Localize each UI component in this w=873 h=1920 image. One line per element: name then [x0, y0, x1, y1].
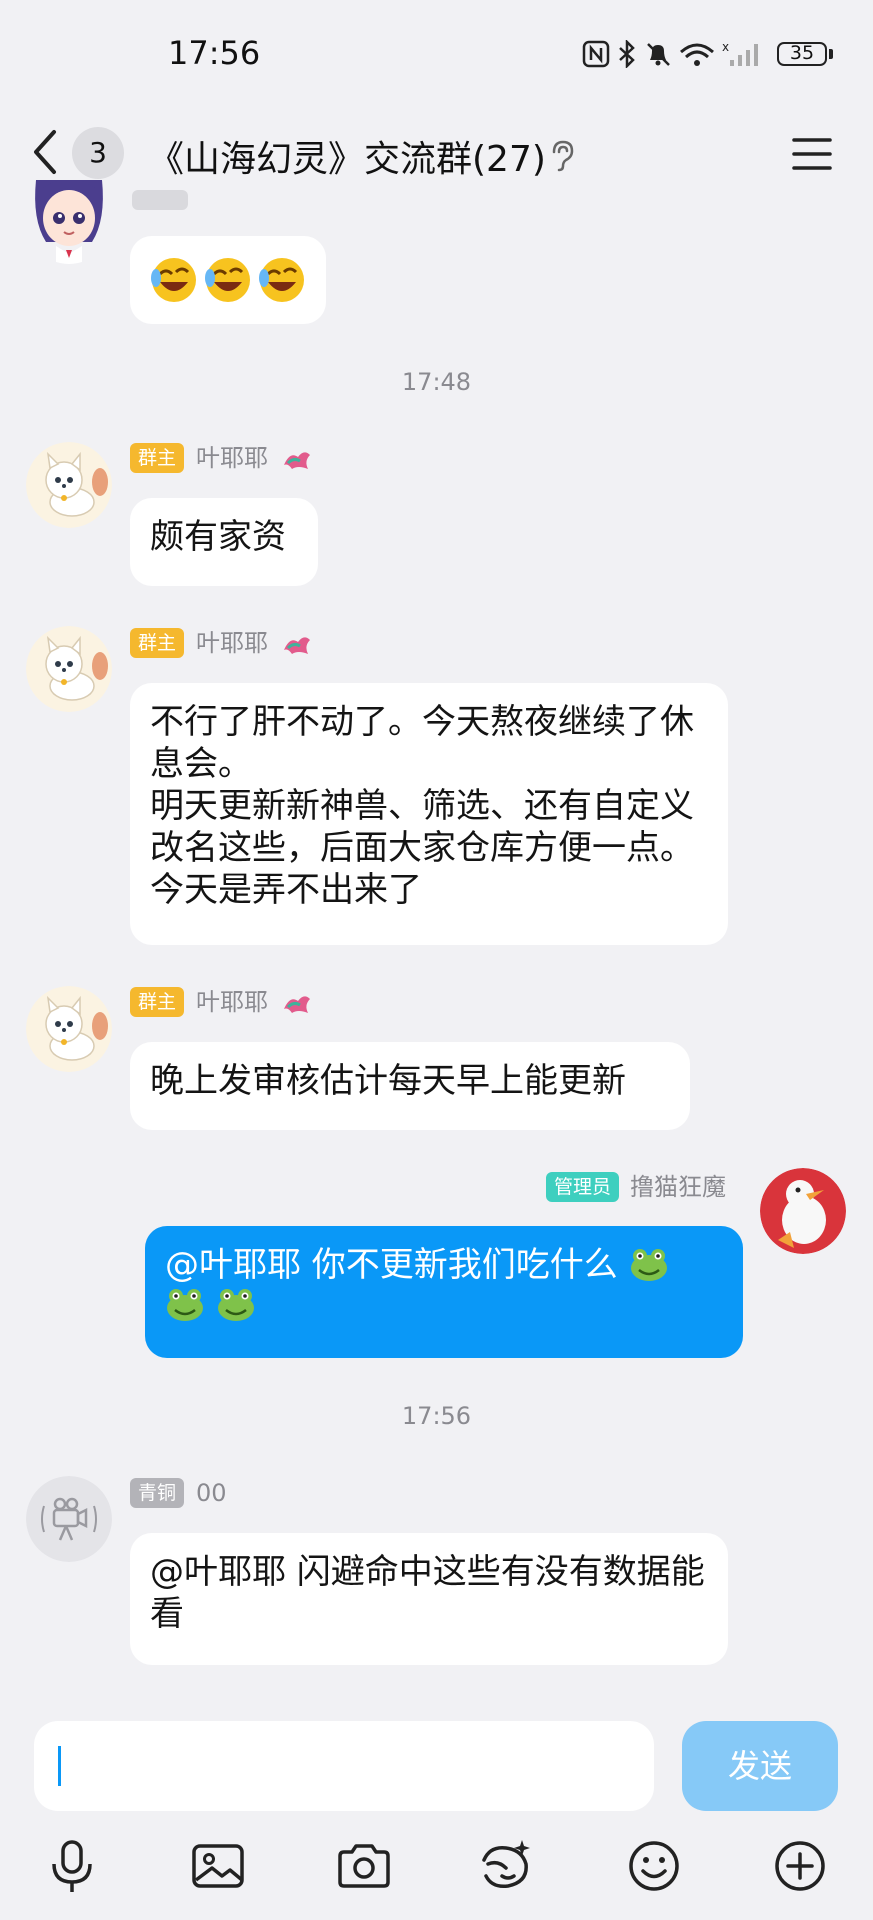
message-bubble[interactable] [130, 236, 326, 324]
send-button[interactable]: 发送 [682, 1721, 838, 1811]
wifi-icon [680, 43, 714, 66]
unread-count-badge[interactable]: 3 [72, 127, 124, 179]
microphone-icon[interactable] [44, 1838, 100, 1894]
sender-name[interactable]: 撸猫狂魔 [630, 1172, 726, 1202]
sender-name[interactable]: 叶耶耶 [196, 443, 268, 473]
frog-emoji-icon [217, 1289, 254, 1321]
bluetooth-icon [619, 40, 635, 68]
dragon-title-icon [284, 452, 310, 469]
avatar-white-dog[interactable] [26, 626, 112, 712]
time-separator: 17:56 [401, 1402, 472, 1430]
message-bubble[interactable]: @叶耶耶 闪避命中这些有没有数据能看 [130, 1533, 728, 1665]
role-badge-admin: 管理员 [546, 1172, 620, 1202]
avatar-camera-placeholder[interactable] [26, 1476, 112, 1562]
magic-face-icon[interactable] [478, 1838, 534, 1894]
dragon-title-icon [284, 996, 310, 1013]
role-badge-owner: 群主 [130, 628, 185, 658]
frog-emoji-icon [630, 1249, 667, 1281]
time-separator: 17:48 [401, 368, 472, 396]
sender-name[interactable]: 叶耶耶 [196, 987, 268, 1017]
role-badge-owner: 群主 [130, 987, 185, 1017]
message-bubble[interactable]: 颇有家资 [130, 498, 318, 586]
avatar-white-dog[interactable] [26, 986, 112, 1072]
dragon-title-icon [284, 637, 310, 654]
chat-title[interactable]: 《山海幻灵》交流群(27) [148, 130, 546, 182]
avatar-anime-girl[interactable] [26, 180, 112, 264]
frog-emoji-icon [167, 1289, 203, 1321]
avatar-duck[interactable] [760, 1168, 846, 1254]
role-badge-owner: 群主 [130, 443, 185, 473]
text-caret [58, 1746, 61, 1786]
nfc-icon [582, 40, 610, 68]
sender-name[interactable]: 00 [196, 1478, 227, 1508]
chevron-left-icon[interactable] [28, 126, 64, 178]
message-bubble-self[interactable]: @叶耶耶 你不更新我们吃什么 [145, 1226, 743, 1358]
battery-tip [829, 49, 833, 59]
avatar-white-dog[interactable] [26, 442, 112, 528]
message-text: @叶耶耶 你不更新我们吃什么 [165, 1245, 618, 1285]
battery-indicator: 35 [777, 42, 827, 66]
frog-emoji-row [165, 1286, 723, 1328]
menu-icon[interactable] [790, 134, 834, 174]
image-icon[interactable] [190, 1838, 246, 1894]
message-input[interactable] [34, 1721, 654, 1811]
status-time: 17:56 [168, 34, 261, 72]
svg-text:x: x [722, 40, 729, 54]
plus-icon[interactable] [772, 1838, 828, 1894]
mute-icon [647, 43, 670, 66]
role-badge-bronze: 青铜 [130, 1478, 185, 1508]
signal-icon: x [722, 40, 758, 66]
emoji-icon[interactable] [626, 1838, 682, 1894]
sender-name[interactable]: 叶耶耶 [196, 628, 268, 658]
role-badge-clipped [132, 190, 188, 210]
message-bubble[interactable]: 晚上发审核估计每天早上能更新 [130, 1042, 690, 1130]
camera-icon[interactable] [336, 1838, 392, 1894]
ear-icon[interactable] [548, 138, 576, 172]
laughing-emoji-icons [151, 258, 304, 302]
message-bubble[interactable]: 不行了肝不动了。今天熬夜继续了休息会。 明天更新新神兽、筛选、还有自定义改名这些… [130, 683, 728, 945]
